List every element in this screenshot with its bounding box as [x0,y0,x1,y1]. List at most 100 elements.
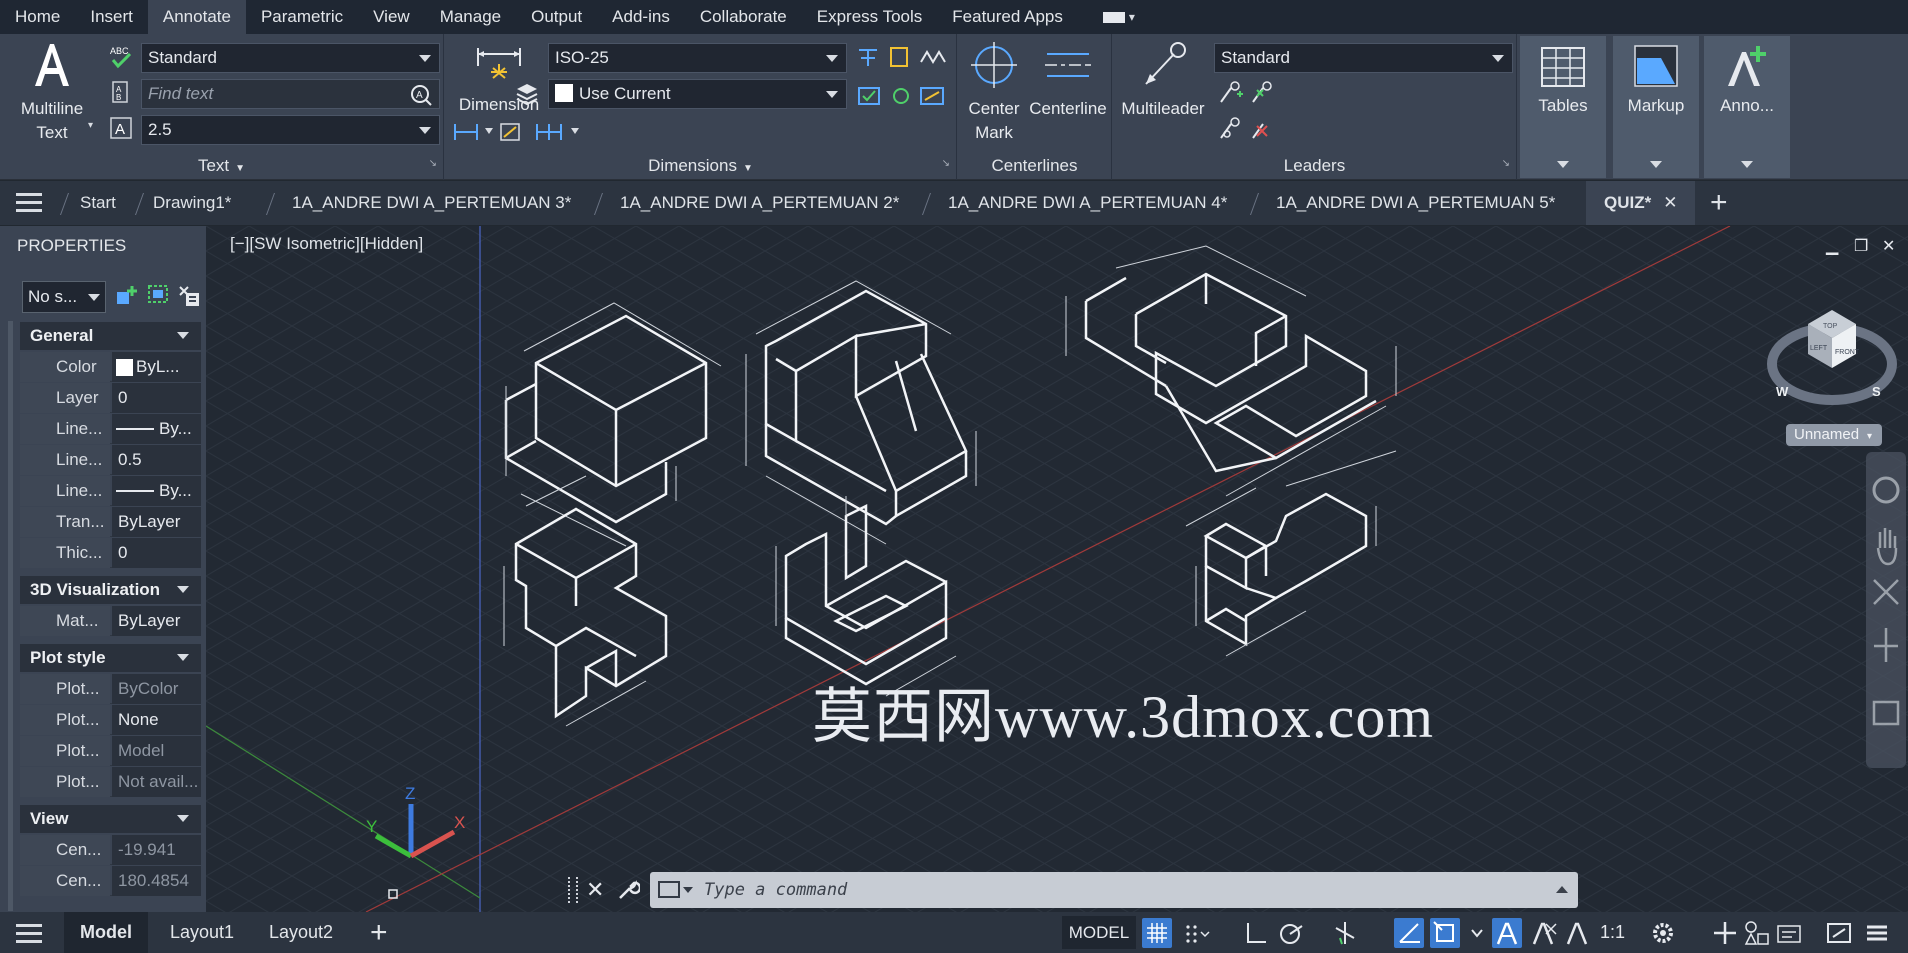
layout-menu-icon[interactable] [16,924,42,948]
doc-tab-start[interactable]: Start [80,181,116,225]
search-icon[interactable]: A [409,83,433,107]
center-mark-button[interactable]: Center Mark [960,40,1028,145]
prop-row-thickness[interactable]: Thic... 0 [20,538,201,568]
continue-dimension-icon[interactable] [533,118,585,144]
doc-tab-quiz[interactable]: QUIZ* ✕ [1586,181,1696,225]
wrench-icon[interactable] [616,878,640,902]
tab-parametric[interactable]: Parametric [246,0,358,34]
units-icon[interactable] [1742,918,1772,948]
tab-view[interactable]: View [358,0,425,34]
model-space-toggle[interactable]: MODEL [1062,916,1136,949]
doc-tab-pertemuan-5[interactable]: 1A_ANDRE DWI A_PERTEMUAN 5* [1276,181,1555,225]
selection-select[interactable]: No s... [22,281,106,313]
close-command-line-icon[interactable]: ✕ [586,877,606,903]
pan-icon[interactable] [1876,528,1898,566]
prop-row-material[interactable]: Mat... ByLayer [20,606,201,636]
orbit-icon[interactable] [1874,628,1898,662]
tab-collaborate[interactable]: Collaborate [685,0,802,34]
ribbon-display-dropdown[interactable]: ▾ [1102,10,1135,24]
annotation-scale-icon[interactable] [1562,918,1592,948]
centerline-button[interactable]: Centerline [1024,40,1112,121]
restore-viewport-icon[interactable]: ❐ [1854,236,1868,256]
text-panel-title[interactable]: Text ▼ ↘ [0,154,443,178]
grid-icon[interactable] [1142,918,1172,948]
multileader-button[interactable]: Multileader [1116,40,1210,121]
navigation-bar[interactable] [1866,452,1906,768]
tab-insert[interactable]: Insert [75,0,148,34]
close-icon[interactable]: ✕ [1663,193,1677,212]
dim-style-select[interactable]: ISO-25 [548,43,847,73]
drawing-viewport[interactable]: Z Y X TOP LEFT FRONT W S [−][SW Isometri… [206,226,1908,912]
select-objects-icon[interactable] [146,283,172,309]
multiline-text-dropdown[interactable]: ▾ [88,120,93,131]
minimize-viewport-icon[interactable]: ▁ [1826,236,1838,256]
palette-grip[interactable] [8,321,13,911]
new-tab-button[interactable]: + [1710,181,1728,225]
multiline-text-button[interactable]: Multiline Text [8,40,96,145]
prop-row-plot-table-type[interactable]: Plot... Not avail... [20,767,201,797]
tab-add-ins[interactable]: Add-ins [597,0,685,34]
spell-check-icon[interactable]: ABC [108,44,134,70]
dim-tools-row-1[interactable] [855,44,951,70]
prop-row-layer[interactable]: Layer 0 [20,383,201,413]
auto-scale-icon[interactable] [1528,918,1558,948]
multileader-style-select[interactable]: Standard [1214,43,1513,73]
menu-icon[interactable] [16,193,42,217]
tab-output[interactable]: Output [516,0,597,34]
linear-dimension-icon[interactable] [451,118,523,144]
prop-row-linetype-scale[interactable]: Line... 0.5 [20,445,201,475]
tab-manage[interactable]: Manage [425,0,516,34]
dimensions-panel-title[interactable]: Dimensions ▼ ↘ [445,154,956,178]
text-style-select[interactable]: Standard [141,43,440,73]
clean-screen-icon[interactable] [1824,918,1854,948]
snap-icon[interactable] [1180,918,1210,948]
section-plot-style[interactable]: Plot style [20,644,201,672]
find-text-input[interactable]: Find text A [141,79,440,109]
expand-history-icon[interactable] [1556,886,1568,893]
section-general[interactable]: General [20,322,201,350]
prop-row-center-y[interactable]: Cen... 180.4854 [20,866,201,896]
polar-tracking-icon[interactable] [1276,918,1306,948]
prop-row-center-x[interactable]: Cen... -19.941 [20,835,201,865]
text-height-select[interactable]: 2.5 [141,115,440,145]
doc-tab-pertemuan-2[interactable]: 1A_ANDRE DWI A_PERTEMUAN 2* [620,181,899,225]
zoom-extents-icon[interactable] [1873,579,1899,605]
prop-row-transparency[interactable]: Tran... ByLayer [20,507,201,537]
ortho-icon[interactable] [1240,918,1270,948]
tab-featured-apps[interactable]: Featured Apps [937,0,1078,34]
isolate-objects-icon[interactable] [1774,918,1804,948]
object-snap-icon[interactable] [1430,918,1460,948]
ucs-name-dropdown[interactable]: Unnamed ▾ [1786,424,1882,446]
showmotion-icon[interactable] [1872,700,1900,726]
toggle-pickadd-icon[interactable] [114,283,140,309]
isodraft-icon[interactable] [1330,918,1360,948]
command-input[interactable]: Type a command [650,872,1578,908]
tab-annotate[interactable]: Annotate [147,0,246,34]
prop-row-plot-style[interactable]: Plot... ByColor [20,674,201,704]
prop-row-color[interactable]: Color ByL... [20,352,201,382]
prop-row-plot-table-attached[interactable]: Plot... Model [20,736,201,766]
doc-tab-pertemuan-3[interactable]: 1A_ANDRE DWI A_PERTEMUAN 3* [292,181,571,225]
workspace-gear-icon[interactable] [1650,918,1680,948]
section-3d-visualization[interactable]: 3D Visualization [20,576,201,604]
remove-leader-icon[interactable] [1217,116,1277,142]
prop-row-lineweight[interactable]: Line... By... [20,476,201,506]
tab-home[interactable]: Home [0,0,75,34]
viewport-controls-label[interactable]: [−][SW Isometric][Hidden] [230,234,423,254]
markup-button[interactable]: Markup [1613,36,1699,178]
command-history-icon[interactable] [658,881,680,898]
snap-dropdown-icon[interactable] [1462,918,1492,948]
prop-row-plot-style-table[interactable]: Plot... None [20,705,201,735]
annotation-scale-value[interactable]: 1:1 [1600,922,1625,943]
section-view[interactable]: View [20,805,201,833]
tables-button[interactable]: Tables [1520,36,1606,178]
layout-tab-layout2[interactable]: Layout2 [269,912,333,953]
leaders-panel-title[interactable]: Leaders ↘ [1113,154,1516,178]
layout-tab-model[interactable]: Model [64,912,148,953]
doc-tab-drawing1[interactable]: Drawing1* [153,181,231,225]
object-snap-tracking-icon[interactable] [1394,918,1424,948]
close-viewport-icon[interactable]: ✕ [1882,236,1895,256]
annotation-monitor-icon[interactable] [1710,918,1740,948]
find-replace-icon[interactable]: AB [108,79,134,105]
tab-express-tools[interactable]: Express Tools [802,0,938,34]
